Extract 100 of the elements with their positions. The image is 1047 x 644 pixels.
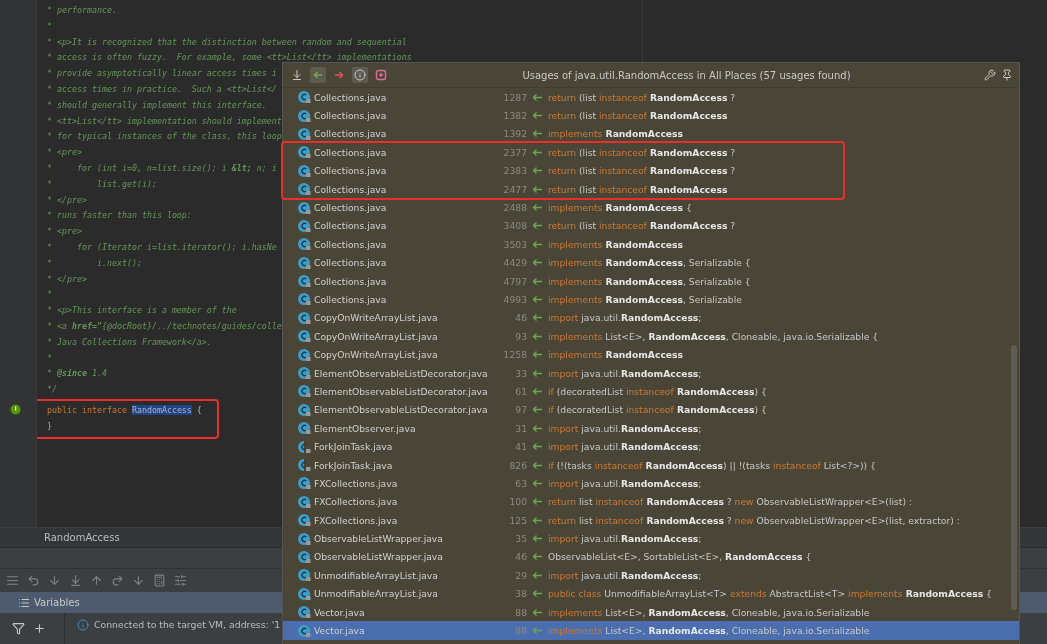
file-name: Vector.java	[314, 606, 365, 618]
line-number: 46	[514, 551, 528, 563]
usage-arrow-icon	[532, 147, 543, 157]
comment-line: * <a href="{@docRoot}/../technotes/guides/colle	[47, 319, 282, 333]
file-name: Collections.java	[314, 128, 387, 140]
add-icon[interactable]	[33, 622, 46, 635]
usage-row[interactable]: ObservableListWrapper.java 35 import java.util.RandomAccess;	[283, 529, 1019, 548]
usage-row[interactable]: CopyOnWriteArrayList.java 46 import java.util.RandomAccess;	[283, 308, 1019, 328]
class-icon	[297, 531, 311, 546]
usage-row[interactable]: ElementObservableListDecorator.java 61 if (decoratedList instanceof RandomAccess) {	[283, 382, 1019, 401]
line-number: 93	[514, 330, 528, 342]
usage-row[interactable]: Collections.java 3408 return (list instanceof RandomAccess ?	[283, 216, 1019, 236]
line-number: 97	[514, 404, 528, 416]
usage-row[interactable]: ForkJoinTask.java 826 if (!(tasks instanceof RandomAccess) || !(tasks instanceof List<?>)) {	[283, 455, 1019, 475]
calculator-icon[interactable]	[153, 574, 166, 587]
wrench-icon[interactable]	[984, 69, 996, 81]
abstract-class-icon	[297, 458, 311, 472]
step-into-icon[interactable]	[48, 574, 61, 587]
comment-line: * access times in practice. Such a <tt>List</	[47, 83, 277, 96]
usage-row[interactable]: ElementObserver.java 31 import java.util.RandomAccess;	[283, 419, 1019, 438]
line-number: 29	[514, 569, 528, 581]
usage-arrow-icon	[532, 460, 543, 470]
usage-row[interactable]: Collections.java 4993 implements RandomAccess, Serializable	[283, 290, 1019, 309]
variables-tab[interactable]: Variables	[18, 596, 80, 609]
file-name: Collections.java	[314, 257, 387, 269]
class-icon	[297, 218, 311, 233]
usage-row[interactable]: CopyOnWriteArrayList.java 93 implements List<E>, RandomAccess, Cloneable, java.io.Serializable {	[283, 327, 1019, 346]
file-name: ForkJoinTask.java	[314, 459, 393, 471]
usage-row[interactable]: Vector.java 88 implements List<E>, RandomAccess, Cloneable, java.io.Serializable	[283, 602, 1019, 622]
usage-arrow-icon	[532, 386, 543, 396]
comment-line: * <pre>	[47, 146, 82, 160]
usage-code: public class UnmodifiableArrayList<T> extends AbstractList<T> implements RandomAccess {	[548, 588, 992, 600]
class-icon	[297, 347, 311, 362]
sliders-icon[interactable]	[174, 574, 187, 587]
usage-row[interactable]: ObservableListWrapper.java 46 ObservableList<E>, SortableList<E>, RandomAccess {	[283, 547, 1019, 567]
usage-arrow-icon	[532, 276, 543, 286]
usage-row[interactable]: Collections.java 1287 return (list instanceof RandomAccess ?	[283, 88, 1019, 107]
line-number: 63	[514, 477, 528, 489]
usage-code: return (list instanceof RandomAccess	[548, 183, 728, 195]
class-icon	[297, 494, 311, 509]
usage-code: return (list instanceof RandomAccess	[548, 110, 728, 122]
usage-arrow-icon	[532, 478, 543, 488]
class-icon	[297, 623, 311, 638]
step-out-icon[interactable]	[90, 574, 103, 587]
file-name: ElementObservableListDecorator.java	[314, 404, 488, 416]
file-name: Collections.java	[314, 294, 387, 305]
line-number: 4797	[502, 275, 528, 287]
usage-row[interactable]: Collections.java 2377 return (list instanceof RandomAccess ?	[283, 143, 843, 162]
usage-arrow-icon	[532, 203, 543, 213]
usage-row[interactable]: ElementObservableListDecorator.java 97 if (decoratedList instanceof RandomAccess) {	[283, 400, 1019, 420]
line-number: 31	[514, 422, 528, 434]
usage-row[interactable]: UnmodifiableArrayList.java 38 public class UnmodifiableArrayList<T> extends AbstractList<T> implements RandomAccess {	[283, 584, 1019, 603]
file-name: CopyOnWriteArrayList.java	[314, 330, 438, 342]
usage-arrow-icon	[532, 368, 543, 378]
usage-code: implements List<E>, RandomAccess, Cloneable, java.io.Serializable	[548, 606, 870, 618]
line-number: 2488	[502, 202, 528, 214]
usage-row[interactable]: Collections.java 3503 implements RandomAccess	[283, 235, 1019, 254]
pin-icon[interactable]	[1001, 69, 1013, 81]
class-icon	[297, 182, 311, 197]
breadcrumb[interactable]: RandomAccess	[44, 532, 120, 543]
file-name: FXCollections.java	[314, 496, 398, 508]
usage-row[interactable]: Collections.java 2488 implements RandomAccess {	[283, 198, 1019, 217]
comment-line: * runs faster than this loop:	[47, 209, 192, 223]
usage-row[interactable]: Collections.java 4797 implements RandomAccess, Serializable {	[283, 271, 1019, 291]
class-icon	[297, 90, 311, 105]
menu-icon[interactable]	[6, 574, 19, 587]
usage-row[interactable]: ForkJoinTask.java 41 import java.util.RandomAccess;	[283, 437, 1019, 456]
usage-row[interactable]: FXCollections.java 100 return list instanceof RandomAccess ? new ObservableListWrapper<E>(list) :	[283, 492, 1019, 511]
usage-row[interactable]: FXCollections.java 125 return list instanceof RandomAccess ? new ObservableListWrapper<E>(list, extractor) :	[283, 511, 1019, 530]
usage-code: implements RandomAccess	[548, 349, 683, 361]
usage-row[interactable]: UnmodifiableArrayList.java 29 import java.util.RandomAccess;	[283, 566, 1019, 585]
comment-line: * <p>It is recognized that the distinction between random and sequential	[47, 35, 407, 49]
usage-arrow-icon	[532, 607, 543, 617]
usage-row[interactable]: Collections.java 2477 return (list instanceof RandomAccess	[283, 179, 843, 199]
usage-row[interactable]: Collections.java 2383 return (list instanceof RandomAccess ?	[283, 161, 843, 180]
usage-row[interactable]: CopyOnWriteArrayList.java 1258 implements RandomAccess	[283, 345, 1019, 364]
usage-row[interactable]: Collections.java 1382 return (list instanceof RandomAccess	[283, 106, 1019, 125]
usage-row[interactable]: FXCollections.java 63 import java.util.RandomAccess;	[283, 474, 1019, 493]
line-number: 4429	[502, 257, 528, 269]
usage-row[interactable]: ElementObservableListDecorator.java 33 import java.util.RandomAccess;	[283, 363, 1019, 383]
usage-row[interactable]: Collections.java 1392 implements RandomAccess	[283, 124, 1019, 144]
file-name: ElementObserver.java	[314, 422, 416, 434]
usage-code: implements RandomAccess, Serializable {	[548, 275, 751, 287]
scrollbar[interactable]	[1011, 345, 1017, 610]
comment-line: * list.get(i);	[47, 177, 157, 191]
usage-code: import java.util.RandomAccess;	[548, 477, 702, 489]
comment-line: * should generally implement this interface.	[47, 98, 267, 112]
code-line: public interface RandomAccess {	[47, 403, 202, 417]
usage-code: if (!(tasks instanceof RandomAccess) || !(tasks instanceof List<?>)) {	[548, 459, 876, 471]
usage-code: implements RandomAccess, Serializable	[548, 294, 742, 305]
comment-line: *@since 1.4	[47, 367, 107, 381]
usage-row[interactable]: Vector.java 88 implements List<E>, RandomAccess, Cloneable, java.io.Serializable	[283, 621, 1019, 640]
filter-icon[interactable]	[12, 622, 25, 635]
usage-row[interactable]: Collections.java 4429 implements RandomAccess, Serializable {	[283, 253, 1019, 272]
info-icon[interactable]	[352, 67, 368, 83]
file-name: ElementObservableListDecorator.java	[314, 367, 488, 379]
usage-arrow-icon	[532, 184, 543, 194]
usage-code: import java.util.RandomAccess;	[548, 312, 702, 324]
usage-code: import java.util.RandomAccess;	[548, 441, 702, 453]
implemented-marker-icon[interactable]	[10, 403, 21, 415]
